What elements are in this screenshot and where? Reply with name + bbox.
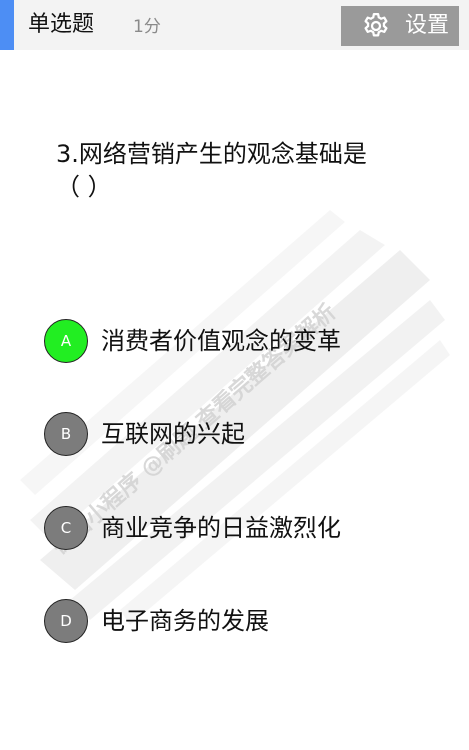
option-a-text: 消费者价值观念的变革 — [101, 327, 341, 355]
option-d-letter: D — [60, 612, 72, 630]
header-bar: 单选题 1分 设置 — [0, 0, 469, 50]
settings-label: 设置 — [405, 13, 450, 38]
option-b[interactable]: B 互联网的兴起 — [44, 411, 444, 457]
option-b-bubble: B — [44, 412, 88, 456]
question-text: 3.网络营销产生的观念基础是 （ ） — [56, 138, 436, 204]
option-a-bubble: A — [44, 319, 88, 363]
option-d-text: 电子商务的发展 — [101, 607, 269, 635]
option-a-letter: A — [60, 332, 72, 350]
option-d-bubble: D — [44, 599, 88, 643]
option-a[interactable]: A 消费者价值观念的变革 — [44, 318, 444, 364]
option-c-text: 商业竞争的日益激烈化 — [101, 514, 341, 542]
option-b-text: 互联网的兴起 — [101, 420, 245, 448]
question-line-1: 3.网络营销产生的观念基础是 — [56, 140, 367, 168]
question-line-2: （ ） — [56, 173, 112, 201]
quiz-page: 单选题 1分 设置 微信小程序 @刷题 查看完整答案解析 3.网络营销产生的观念… — [0, 0, 469, 750]
header-accent — [0, 0, 14, 50]
question-score: 1分 — [133, 17, 161, 37]
option-b-letter: B — [60, 425, 72, 443]
option-c[interactable]: C 商业竞争的日益激烈化 — [44, 505, 444, 551]
option-c-letter: C — [60, 519, 72, 537]
settings-button[interactable]: 设置 — [341, 6, 459, 46]
question-type-title: 单选题 — [28, 12, 95, 37]
option-c-bubble: C — [44, 506, 88, 550]
gear-icon — [364, 13, 388, 37]
option-d[interactable]: D 电子商务的发展 — [44, 598, 444, 644]
